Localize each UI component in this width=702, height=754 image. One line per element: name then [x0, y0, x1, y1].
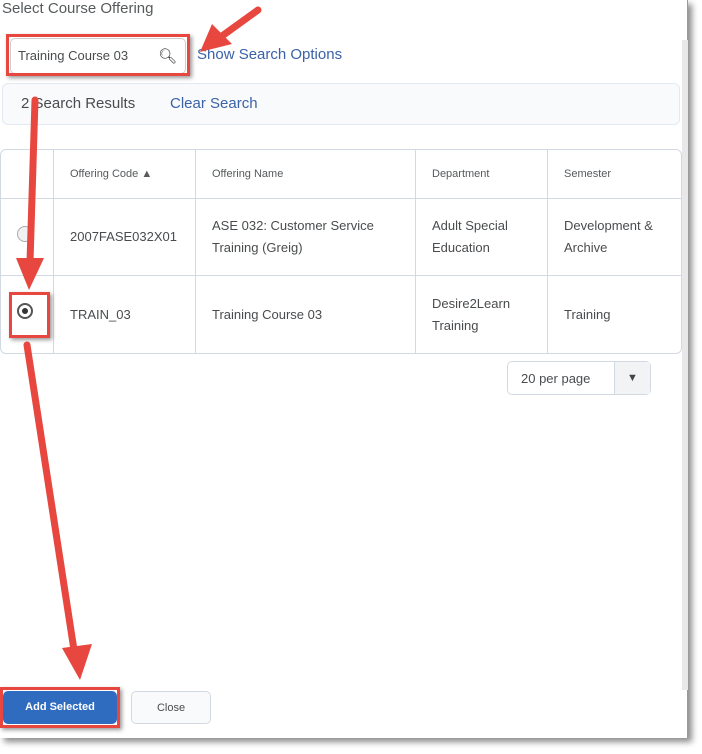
select-cell: [1, 199, 54, 276]
offerings-table: Offering Code ▲ Offering Name Department…: [0, 149, 682, 354]
offering-name: Training Course 03: [196, 276, 416, 353]
clear-search-link[interactable]: Clear Search: [170, 95, 258, 112]
department: Desire2Learn Training: [416, 276, 548, 353]
annotation-highlight-add: [0, 687, 120, 728]
show-search-options-link[interactable]: Show Search Options: [197, 46, 342, 63]
semester: Development & Archive: [548, 199, 681, 276]
header-department[interactable]: Department: [416, 150, 548, 199]
offering-code: 2007FASE032X01: [54, 199, 196, 276]
results-count: 2 Search Results: [21, 95, 136, 112]
per-page-value: 20 per page: [521, 371, 591, 386]
department: Adult Special Education: [416, 199, 548, 276]
header-offering-code[interactable]: Offering Code ▲: [54, 150, 196, 199]
table-row: TRAIN_03 Training Course 03 Desire2Learn…: [1, 276, 681, 353]
dialog-title: Select Course Offering: [2, 0, 154, 17]
results-bar: 2 Search Results Clear Search: [2, 83, 680, 125]
table-header: Offering Code ▲ Offering Name Department…: [1, 150, 681, 199]
header-select: [1, 150, 54, 199]
header-semester[interactable]: Semester: [548, 150, 681, 199]
chevron-down-icon[interactable]: ▼: [614, 362, 650, 394]
header-offering-name[interactable]: Offering Name: [196, 150, 416, 199]
dialog: Select Course Offering 🔍︎ Show Search Op…: [0, 0, 688, 738]
annotation-highlight-search: [6, 34, 190, 76]
semester: Training: [564, 306, 611, 322]
row-radio[interactable]: [17, 225, 33, 242]
annotation-highlight-radio: [9, 292, 50, 338]
per-page-select[interactable]: 20 per page ▼: [507, 361, 651, 395]
table-row: 2007FASE032X01 ASE 032: Customer Service…: [1, 199, 681, 276]
sort-ascending-icon: ▲: [141, 168, 153, 180]
scrollbar[interactable]: [682, 40, 688, 690]
offering-code: TRAIN_03: [54, 276, 196, 353]
offering-name: ASE 032: Customer Service Training (Grei…: [196, 199, 416, 276]
close-button[interactable]: Close: [131, 691, 211, 724]
